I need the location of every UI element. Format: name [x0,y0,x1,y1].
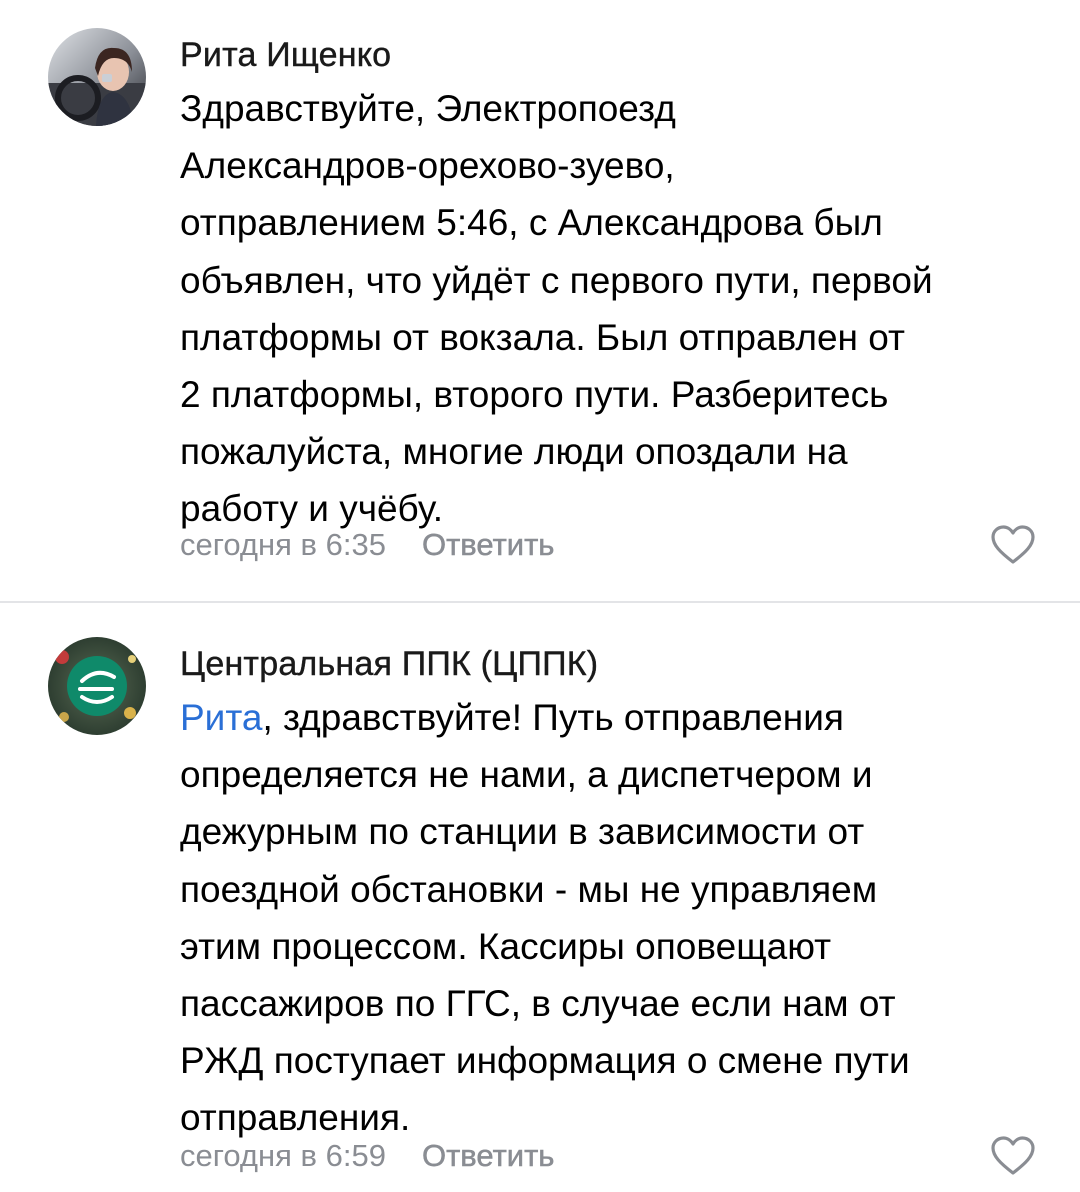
comment-text-line: пассажиров по ГГС, в случае если нам от [180,983,896,1025]
user-avatar[interactable] [48,28,146,126]
comment-text-line: РЖД поступает информация о смене пути [180,1040,910,1082]
comment-timestamp: сегодня в 6:59 [180,1138,386,1173]
comment-text-line: этим процессом. Кассиры оповещают [180,925,832,967]
comment-timestamp: сегодня в 6:35 [180,527,386,562]
mention-link[interactable]: Рита [180,697,262,738]
comment-meta: сегодня в 6:35 Ответить [180,527,555,563]
comment-text-line: пожалуйста, многие люди опоздали на [180,431,848,473]
company-avatar[interactable] [48,637,146,735]
comment-text-line: платформы от вокзала. Был отправлен от [180,316,905,358]
comment-divider [0,601,1080,603]
comment-text-line: 2 платформы, второго пути. Разберитесь [180,374,889,416]
like-button[interactable] [990,1136,1036,1176]
comment-text: Рита, здравствуйте! Путь отправления опр… [180,689,1050,1147]
heart-outline-icon [991,1136,1035,1175]
comment-text-line: Рита, здравствуйте! Путь отправления [180,689,1050,746]
comment-meta: сегодня в 6:59 Ответить [180,1138,555,1174]
comment-text-line: отправлением 5:46, с Александрова был [180,202,883,244]
reply-button[interactable]: Ответить [422,527,555,563]
comment-author[interactable]: Центральная ППК (ЦППК) [180,645,599,684]
comment-text-line: определяется не нами, а диспетчером и [180,754,873,796]
comment-text-fragment: , здравствуйте! Путь отправления [262,697,844,738]
comment-text: Здравствуйте, Электропоезд Александров-о… [180,80,1050,538]
comment-text-line: поездной обстановки - мы не управляем [180,868,878,910]
comment-text-line: Александров-орехово-зуево, [180,145,675,187]
comment-text-line: дежурным по станции в зависимости от [180,811,865,853]
heart-outline-icon [991,525,1035,564]
comment-text-line: объявлен, что уйдёт с первого пути, перв… [180,259,933,301]
like-button[interactable] [990,525,1036,565]
comment-author[interactable]: Рита Ищенко [180,36,391,75]
reply-button[interactable]: Ответить [422,1138,555,1174]
comment-text-line: Здравствуйте, Электропоезд [180,88,676,129]
user-photo-avatar-icon [48,28,146,126]
company-logo-avatar-icon [48,637,146,735]
